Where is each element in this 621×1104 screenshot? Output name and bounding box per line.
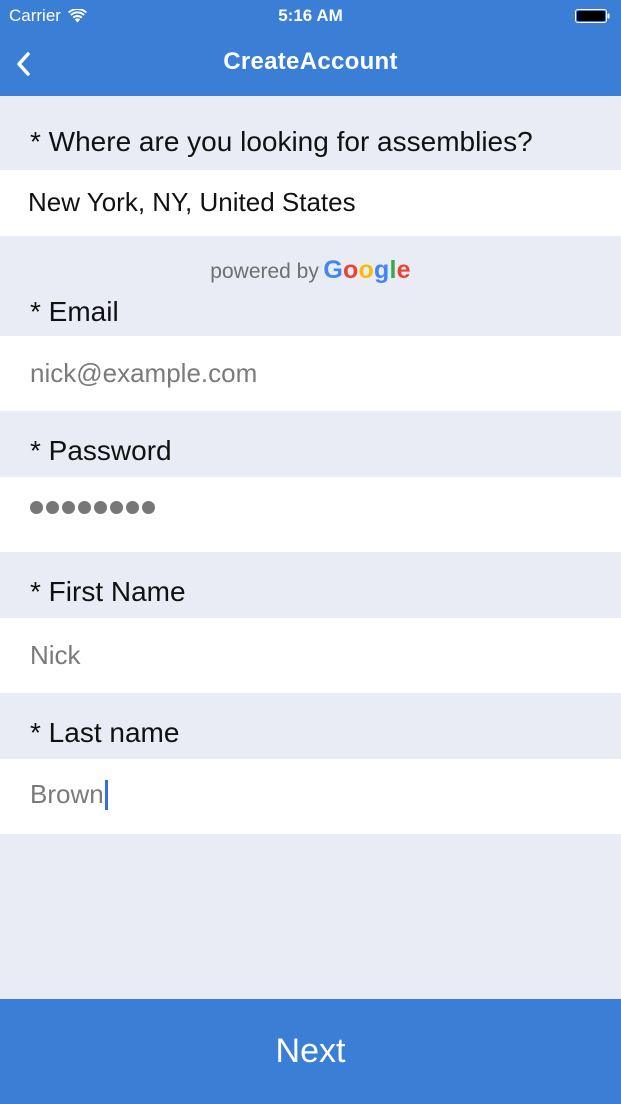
battery-icon bbox=[575, 9, 610, 23]
powered-by-label: powered by bbox=[210, 260, 319, 283]
page-title: CreateAccount bbox=[223, 48, 398, 75]
google-logo-letter: e bbox=[396, 256, 411, 284]
password-mask-dot bbox=[62, 501, 75, 514]
password-mask-dot bbox=[126, 501, 139, 514]
last-name-field[interactable]: Brown bbox=[0, 759, 621, 834]
location-label: * Where are you looking for assemblies? bbox=[30, 126, 533, 157]
last-name-label-row: * Last name bbox=[0, 693, 621, 759]
password-mask-dot bbox=[30, 501, 43, 514]
google-logo-letter: G bbox=[323, 256, 343, 284]
first-name-label-row: * First Name bbox=[0, 552, 621, 618]
google-logo-letter: l bbox=[389, 256, 397, 284]
location-value: New York, NY, United States bbox=[28, 187, 356, 217]
password-mask-dot bbox=[110, 501, 123, 514]
email-field-row bbox=[0, 336, 621, 411]
password-field[interactable] bbox=[0, 477, 621, 552]
password-mask-dot bbox=[142, 501, 155, 514]
status-time: 5:16 AM bbox=[278, 6, 343, 25]
password-mask-dot bbox=[78, 501, 91, 514]
first-name-label: * First Name bbox=[30, 576, 186, 607]
text-caret bbox=[104, 779, 108, 810]
next-button[interactable]: Next bbox=[0, 999, 621, 1104]
password-mask bbox=[30, 501, 158, 514]
first-name-field[interactable] bbox=[30, 618, 590, 693]
powered-by-google: powered by Google bbox=[0, 256, 621, 285]
password-mask-dot bbox=[94, 501, 107, 514]
last-name-label: * Last name bbox=[30, 717, 180, 748]
email-label: * Email bbox=[30, 296, 119, 327]
email-label-row: * Email bbox=[0, 290, 621, 336]
location-field[interactable]: New York, NY, United States bbox=[0, 170, 621, 236]
first-name-field-row bbox=[0, 618, 621, 693]
google-logo-letter: o bbox=[358, 256, 374, 284]
nav-bar: CreateAccount bbox=[0, 32, 621, 96]
last-name-value-wrap: Brown bbox=[30, 779, 108, 810]
location-label-row: * Where are you looking for assemblies? bbox=[0, 96, 621, 170]
password-mask-dot bbox=[46, 501, 59, 514]
google-logo-letter: g bbox=[373, 256, 390, 284]
app-header: Carrier 5:16 AM CreateAccount bbox=[0, 0, 621, 96]
password-label: * Password bbox=[30, 435, 172, 466]
last-name-value: Brown bbox=[30, 779, 104, 809]
password-label-row: * Password bbox=[0, 411, 621, 477]
email-field[interactable] bbox=[30, 336, 590, 411]
status-bar: Carrier 5:16 AM bbox=[0, 0, 621, 32]
google-logo: Google bbox=[323, 256, 410, 284]
google-logo-letter: o bbox=[342, 256, 359, 284]
